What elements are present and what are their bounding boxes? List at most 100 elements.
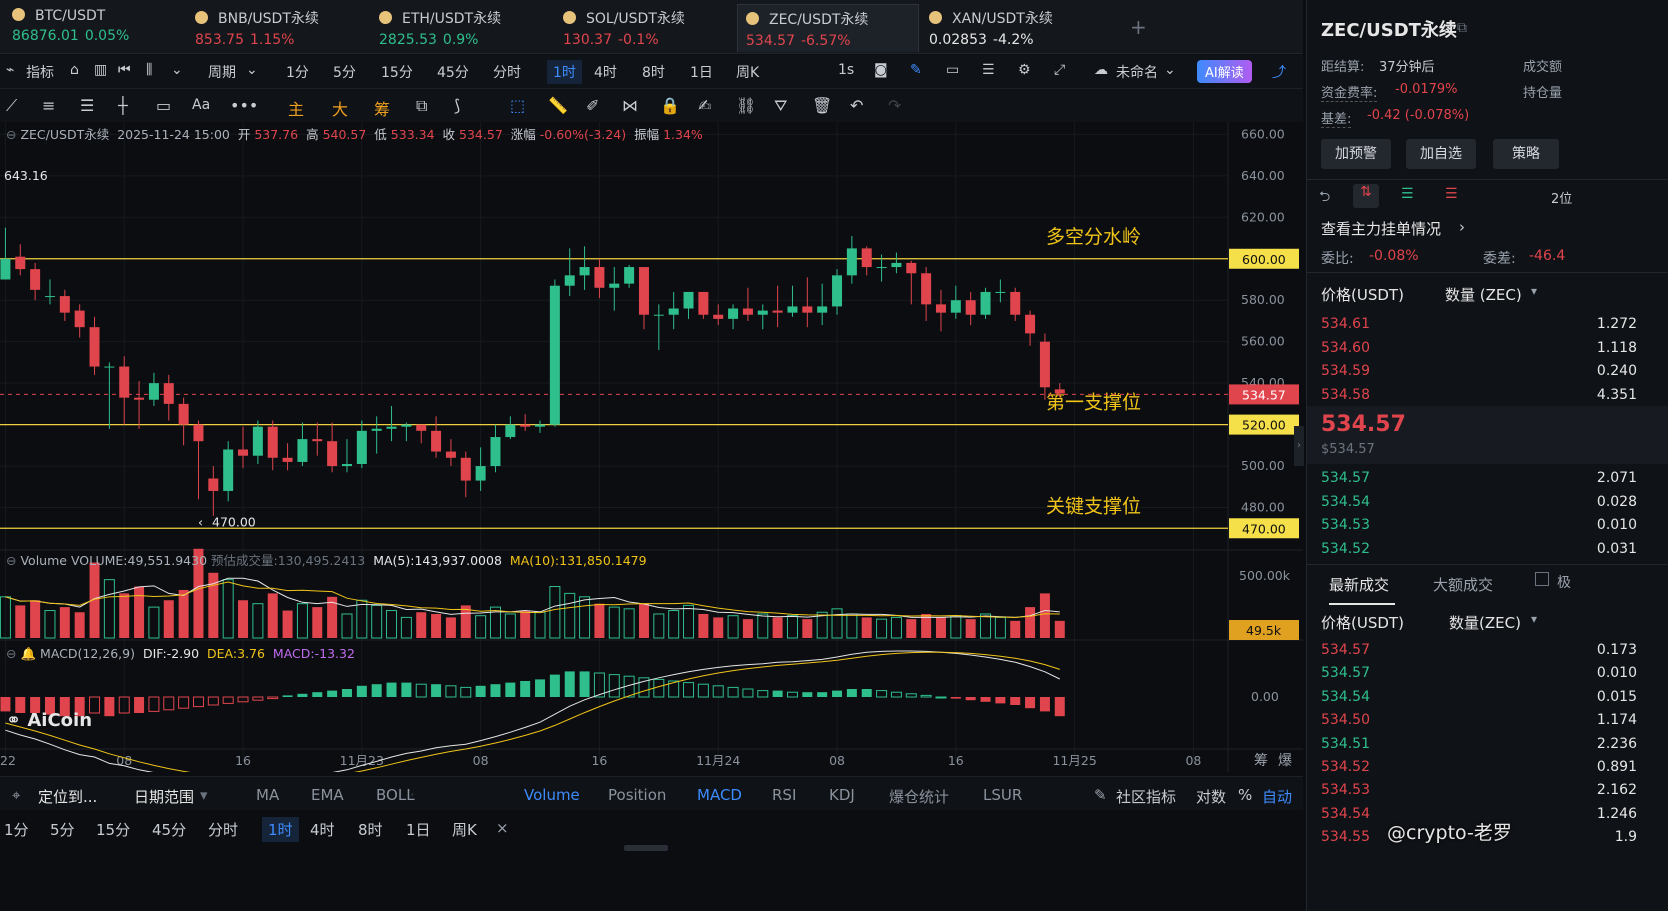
cursor-icon[interactable]: ⬚ bbox=[510, 96, 525, 115]
candle-type-icon[interactable]: ⫼ bbox=[146, 62, 152, 78]
main-indicator-0[interactable]: MA bbox=[256, 786, 279, 804]
orderbook-both-icon[interactable]: ⇅ bbox=[1353, 184, 1379, 208]
chip-indicator-button[interactable]: 筹 bbox=[374, 96, 390, 120]
percent-toggle[interactable]: % bbox=[1238, 786, 1252, 804]
bottom-timeframe-9[interactable]: 周K bbox=[452, 819, 477, 840]
bottom-timeframe-5[interactable]: 1时 bbox=[262, 817, 299, 842]
add-tab-icon[interactable]: + bbox=[1130, 15, 1147, 39]
depth-select[interactable]: 2位 bbox=[1551, 188, 1572, 207]
cloud-icon[interactable]: ☁ bbox=[1094, 62, 1108, 78]
ruler-icon[interactable]: 📏 bbox=[548, 96, 568, 115]
horizontal-line-icon[interactable]: ┼ bbox=[118, 96, 128, 115]
chevron-down-icon[interactable]: ⌄ bbox=[171, 62, 183, 78]
resize-handle[interactable] bbox=[624, 845, 668, 851]
parallel-icon[interactable]: ≡ bbox=[42, 96, 55, 115]
symbol-tab[interactable]: XAN/USDT永续 0.02853 -4.2% bbox=[921, 4, 1097, 52]
main-indicator-2[interactable]: BOLL bbox=[376, 786, 415, 804]
symbol-tab[interactable]: BTC/USDT 86876.01 0.05% bbox=[4, 4, 180, 52]
measure-icon[interactable]: ⟆ bbox=[454, 96, 460, 115]
add-alert-button[interactable]: 加预警 bbox=[1321, 139, 1391, 169]
timeframe-1[interactable]: 5分 bbox=[333, 62, 356, 82]
add-favorite-button[interactable]: 加自选 bbox=[1406, 139, 1476, 169]
copy-icon[interactable]: ⧉ bbox=[1457, 20, 1467, 36]
orderbook-asks-icon[interactable]: ☰ bbox=[1445, 186, 1458, 202]
text-tool-icon[interactable]: Aa bbox=[192, 97, 210, 113]
strategy-button[interactable]: 策略 bbox=[1493, 139, 1559, 169]
timeframe-6[interactable]: 4时 bbox=[594, 62, 617, 82]
main-indicator-button[interactable]: 主 bbox=[288, 96, 304, 120]
redo-icon[interactable]: ↷ bbox=[888, 96, 901, 115]
sub-indicator-2[interactable]: MACD bbox=[697, 786, 742, 804]
edit-icon[interactable]: ✍ bbox=[698, 96, 711, 115]
gear-icon[interactable]: ⚙ bbox=[1018, 62, 1031, 78]
big-trades-tab[interactable]: 大额成交 bbox=[1433, 574, 1493, 595]
date-range-button[interactable]: 日期范围 bbox=[134, 786, 194, 807]
timeframe-9[interactable]: 周K bbox=[736, 62, 759, 82]
log-toggle[interactable]: 对数 bbox=[1196, 786, 1226, 807]
timeframe-2[interactable]: 15分 bbox=[381, 62, 413, 82]
trash-icon[interactable]: 🗑 bbox=[812, 96, 832, 115]
template-icon[interactable]: ⌂ bbox=[70, 62, 79, 78]
orderbook-view-icon[interactable]: ⮌ bbox=[1319, 186, 1330, 210]
symbol-tab[interactable]: ETH/USDT永续 2825.53 0.9% bbox=[371, 4, 547, 52]
timeframe-0[interactable]: 1分 bbox=[286, 62, 309, 82]
orderbook-bids-icon[interactable]: ☰ bbox=[1401, 186, 1414, 202]
indicator-icon[interactable]: ⌁ bbox=[6, 62, 14, 78]
bottom-timeframe-1[interactable]: 5分 bbox=[50, 819, 75, 840]
more-tools-icon[interactable]: ••• bbox=[230, 96, 258, 115]
main-orders-link[interactable]: 查看主力挂单情况 bbox=[1321, 218, 1441, 239]
sub-indicator-4[interactable]: KDJ bbox=[829, 786, 855, 804]
indicators-button[interactable]: 指标 bbox=[26, 62, 54, 82]
link-icon[interactable]: ⛓ bbox=[736, 96, 756, 115]
period-chevron-icon[interactable]: ⌄ bbox=[246, 62, 258, 78]
lines-icon[interactable]: ☰ bbox=[80, 96, 94, 115]
timeframe-4[interactable]: 分时 bbox=[493, 62, 521, 82]
comment-icon[interactable]: ▭ bbox=[946, 62, 959, 78]
sub-indicator-6[interactable]: LSUR bbox=[983, 786, 1022, 804]
bottom-timeframe-6[interactable]: 4时 bbox=[310, 819, 335, 840]
share-icon[interactable]: ⤴ bbox=[1272, 62, 1286, 82]
symbol-tab[interactable]: BNB/USDT永续 853.75 1.15% bbox=[187, 4, 363, 52]
trade-qty-chevron-icon[interactable]: ▾ bbox=[1531, 612, 1537, 626]
seconds-button[interactable]: 1s bbox=[838, 62, 854, 78]
timeframe-8[interactable]: 1日 bbox=[690, 62, 713, 82]
lock-icon[interactable]: 🔒 bbox=[660, 96, 680, 115]
layout-chevron-icon[interactable]: ⌄ bbox=[1164, 62, 1176, 78]
big-indicator-button[interactable]: 大 bbox=[332, 96, 348, 120]
sub-indicator-3[interactable]: RSI bbox=[772, 786, 796, 804]
auto-toggle[interactable]: 自动 bbox=[1262, 786, 1292, 807]
bottom-timeframe-8[interactable]: 1日 bbox=[406, 819, 431, 840]
trendline-icon[interactable]: ⟋ bbox=[6, 96, 17, 116]
chart-area[interactable]: 660.00 640.00 620.00 600.00 580.00 560.00 540.… bbox=[0, 122, 1303, 782]
bottom-timeframe-0[interactable]: 1分 bbox=[4, 819, 29, 840]
ai-button[interactable]: AI解读 bbox=[1197, 60, 1252, 83]
main-indicator-1[interactable]: EMA bbox=[311, 786, 344, 804]
latest-trades-tab[interactable]: 最新成交 bbox=[1329, 574, 1389, 595]
community-icon[interactable]: ✎ bbox=[1094, 786, 1107, 804]
symbol-tab[interactable]: ZEC/USDT永续 534.57 -6.57% bbox=[737, 4, 919, 52]
sub-indicator-0[interactable]: Volume bbox=[524, 786, 580, 804]
collapse-icon[interactable]: ⊖ bbox=[6, 127, 16, 142]
eraser-icon[interactable]: ✐ bbox=[586, 96, 599, 115]
community-indicators[interactable]: 社区指标 bbox=[1116, 786, 1176, 807]
candlestick-chart[interactable]: 660.00 640.00 620.00 600.00 580.00 560.00 540.… bbox=[0, 122, 1303, 782]
bottom-timeframe-3[interactable]: 45分 bbox=[152, 819, 186, 840]
locate-icon[interactable]: ⌖ bbox=[12, 786, 20, 804]
group-icon[interactable]: ⋈ bbox=[622, 96, 638, 115]
volume-collapse-icon[interactable]: ⊖ bbox=[6, 553, 16, 568]
timeframe-5[interactable]: 1时 bbox=[547, 60, 582, 84]
locate-button[interactable]: 定位到... bbox=[38, 786, 97, 807]
timeframe-3[interactable]: 45分 bbox=[437, 62, 469, 82]
period-button[interactable]: 周期 bbox=[208, 62, 236, 82]
symbol-tab[interactable]: SOL/USDT永续 130.37 -0.1% bbox=[555, 4, 731, 52]
magnet-icon[interactable]: ⧉ bbox=[416, 96, 427, 116]
bottom-timeframe-7[interactable]: 8时 bbox=[358, 819, 383, 840]
qty-chevron-icon[interactable]: ▾ bbox=[1531, 284, 1537, 298]
draw-pen-icon[interactable]: ✎ bbox=[910, 62, 922, 78]
replay-icon[interactable]: ⏮ bbox=[118, 62, 131, 78]
undo-icon[interactable]: ↶ bbox=[850, 96, 863, 115]
panel-collapse-handle[interactable]: › bbox=[1294, 426, 1304, 466]
macd-collapse-icon[interactable]: ⊖ bbox=[6, 646, 16, 661]
layout-name[interactable]: 未命名 bbox=[1116, 62, 1158, 82]
filter-icon[interactable]: ⛛ bbox=[774, 96, 787, 116]
